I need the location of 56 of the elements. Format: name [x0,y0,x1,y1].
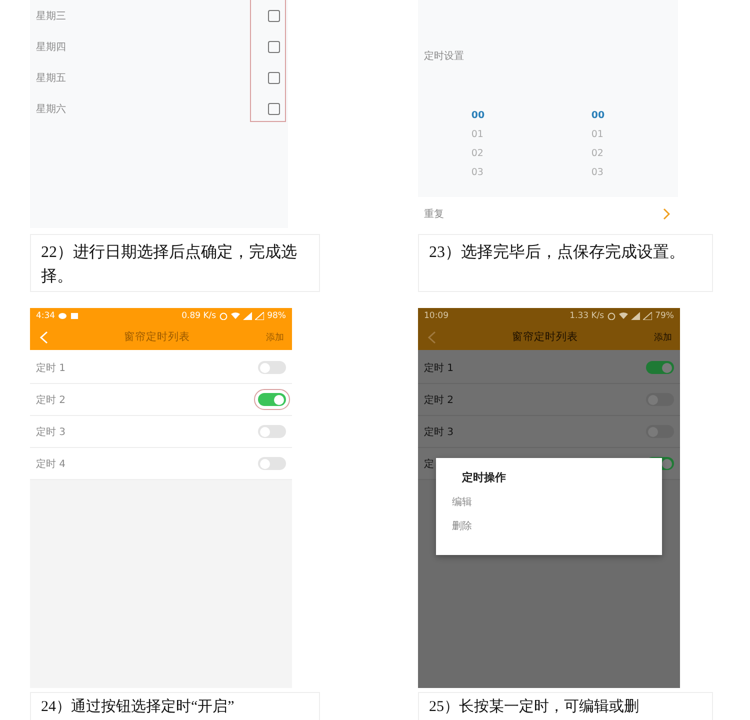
picker-value[interactable]: 00 [471,110,485,124]
network-speed: 1.33 K/s [570,311,604,321]
add-button[interactable]: 添加 [654,330,672,344]
checkbox[interactable] [268,72,280,84]
picker-value[interactable]: 03 [471,167,485,181]
timer-label: 定 [424,458,434,470]
toggle-switch[interactable] [258,457,286,470]
add-button[interactable]: 添加 [266,330,284,344]
chat-icon [58,312,68,320]
picker-value[interactable]: 01 [471,129,485,143]
step-caption: 24）通过按钮选择定时“开启” [30,692,320,720]
chevron-right-icon[interactable] [663,208,670,220]
timer-label: 定时 3 [424,426,454,438]
timer-label: 定时 3 [36,426,66,438]
timer-label: 定时 2 [424,394,454,406]
weekday-label: 星期五 [36,72,66,84]
screen-title: 窗帘定时列表 [124,330,190,344]
back-icon[interactable] [428,330,436,344]
status-time: 10:09 [424,311,448,321]
timer-label: 定时 2 [36,394,66,406]
alarm-icon [607,312,616,320]
checkbox[interactable] [268,102,280,114]
wifi-icon [619,312,628,320]
status-time: 4:34 [36,311,56,321]
toggle-switch[interactable] [258,361,286,374]
step-caption: 23）选择完毕后，点保存完成设置。 [418,234,713,292]
screen-title: 窗帘定时列表 [512,330,578,344]
dialog-title: 定时操作 [460,470,507,485]
weekday-label: 星期六 [36,102,66,116]
step-caption: 22）进行日期选择后点确定，完成选择。 [30,234,320,292]
alarm-icon [219,312,228,320]
repeat-label: 重复 [424,208,444,221]
toggle-switch[interactable] [258,425,286,438]
picker-value[interactable]: 02 [591,148,605,162]
network-speed: 0.89 K/s [182,311,216,321]
picker-value[interactable]: 00 [591,110,605,124]
timer-label: 定时 1 [424,362,454,374]
timer-label: 定时 1 [36,362,66,374]
step-caption: 25）长按某一定时，可编辑或删 [418,692,713,720]
checkbox[interactable] [268,40,280,52]
weekday-label: 星期四 [36,40,66,54]
toggle-switch[interactable] [258,393,286,406]
menu-option[interactable]: 编辑 [452,495,472,509]
picker-value[interactable]: 01 [591,129,605,143]
picker-value[interactable]: 03 [591,167,605,181]
menu-option[interactable]: 删除 [452,519,472,533]
battery-level: 98% [267,311,286,321]
section-title: 定时设置 [424,51,464,62]
timer-label: 定时 4 [36,458,66,470]
weekday-label: 星期三 [36,10,66,22]
wifi-icon [231,312,240,320]
battery-level: 79% [655,311,674,321]
checkbox[interactable] [268,10,280,22]
picker-value[interactable]: 02 [471,148,485,162]
toggle-switch[interactable] [646,361,674,374]
image-icon [70,312,80,320]
